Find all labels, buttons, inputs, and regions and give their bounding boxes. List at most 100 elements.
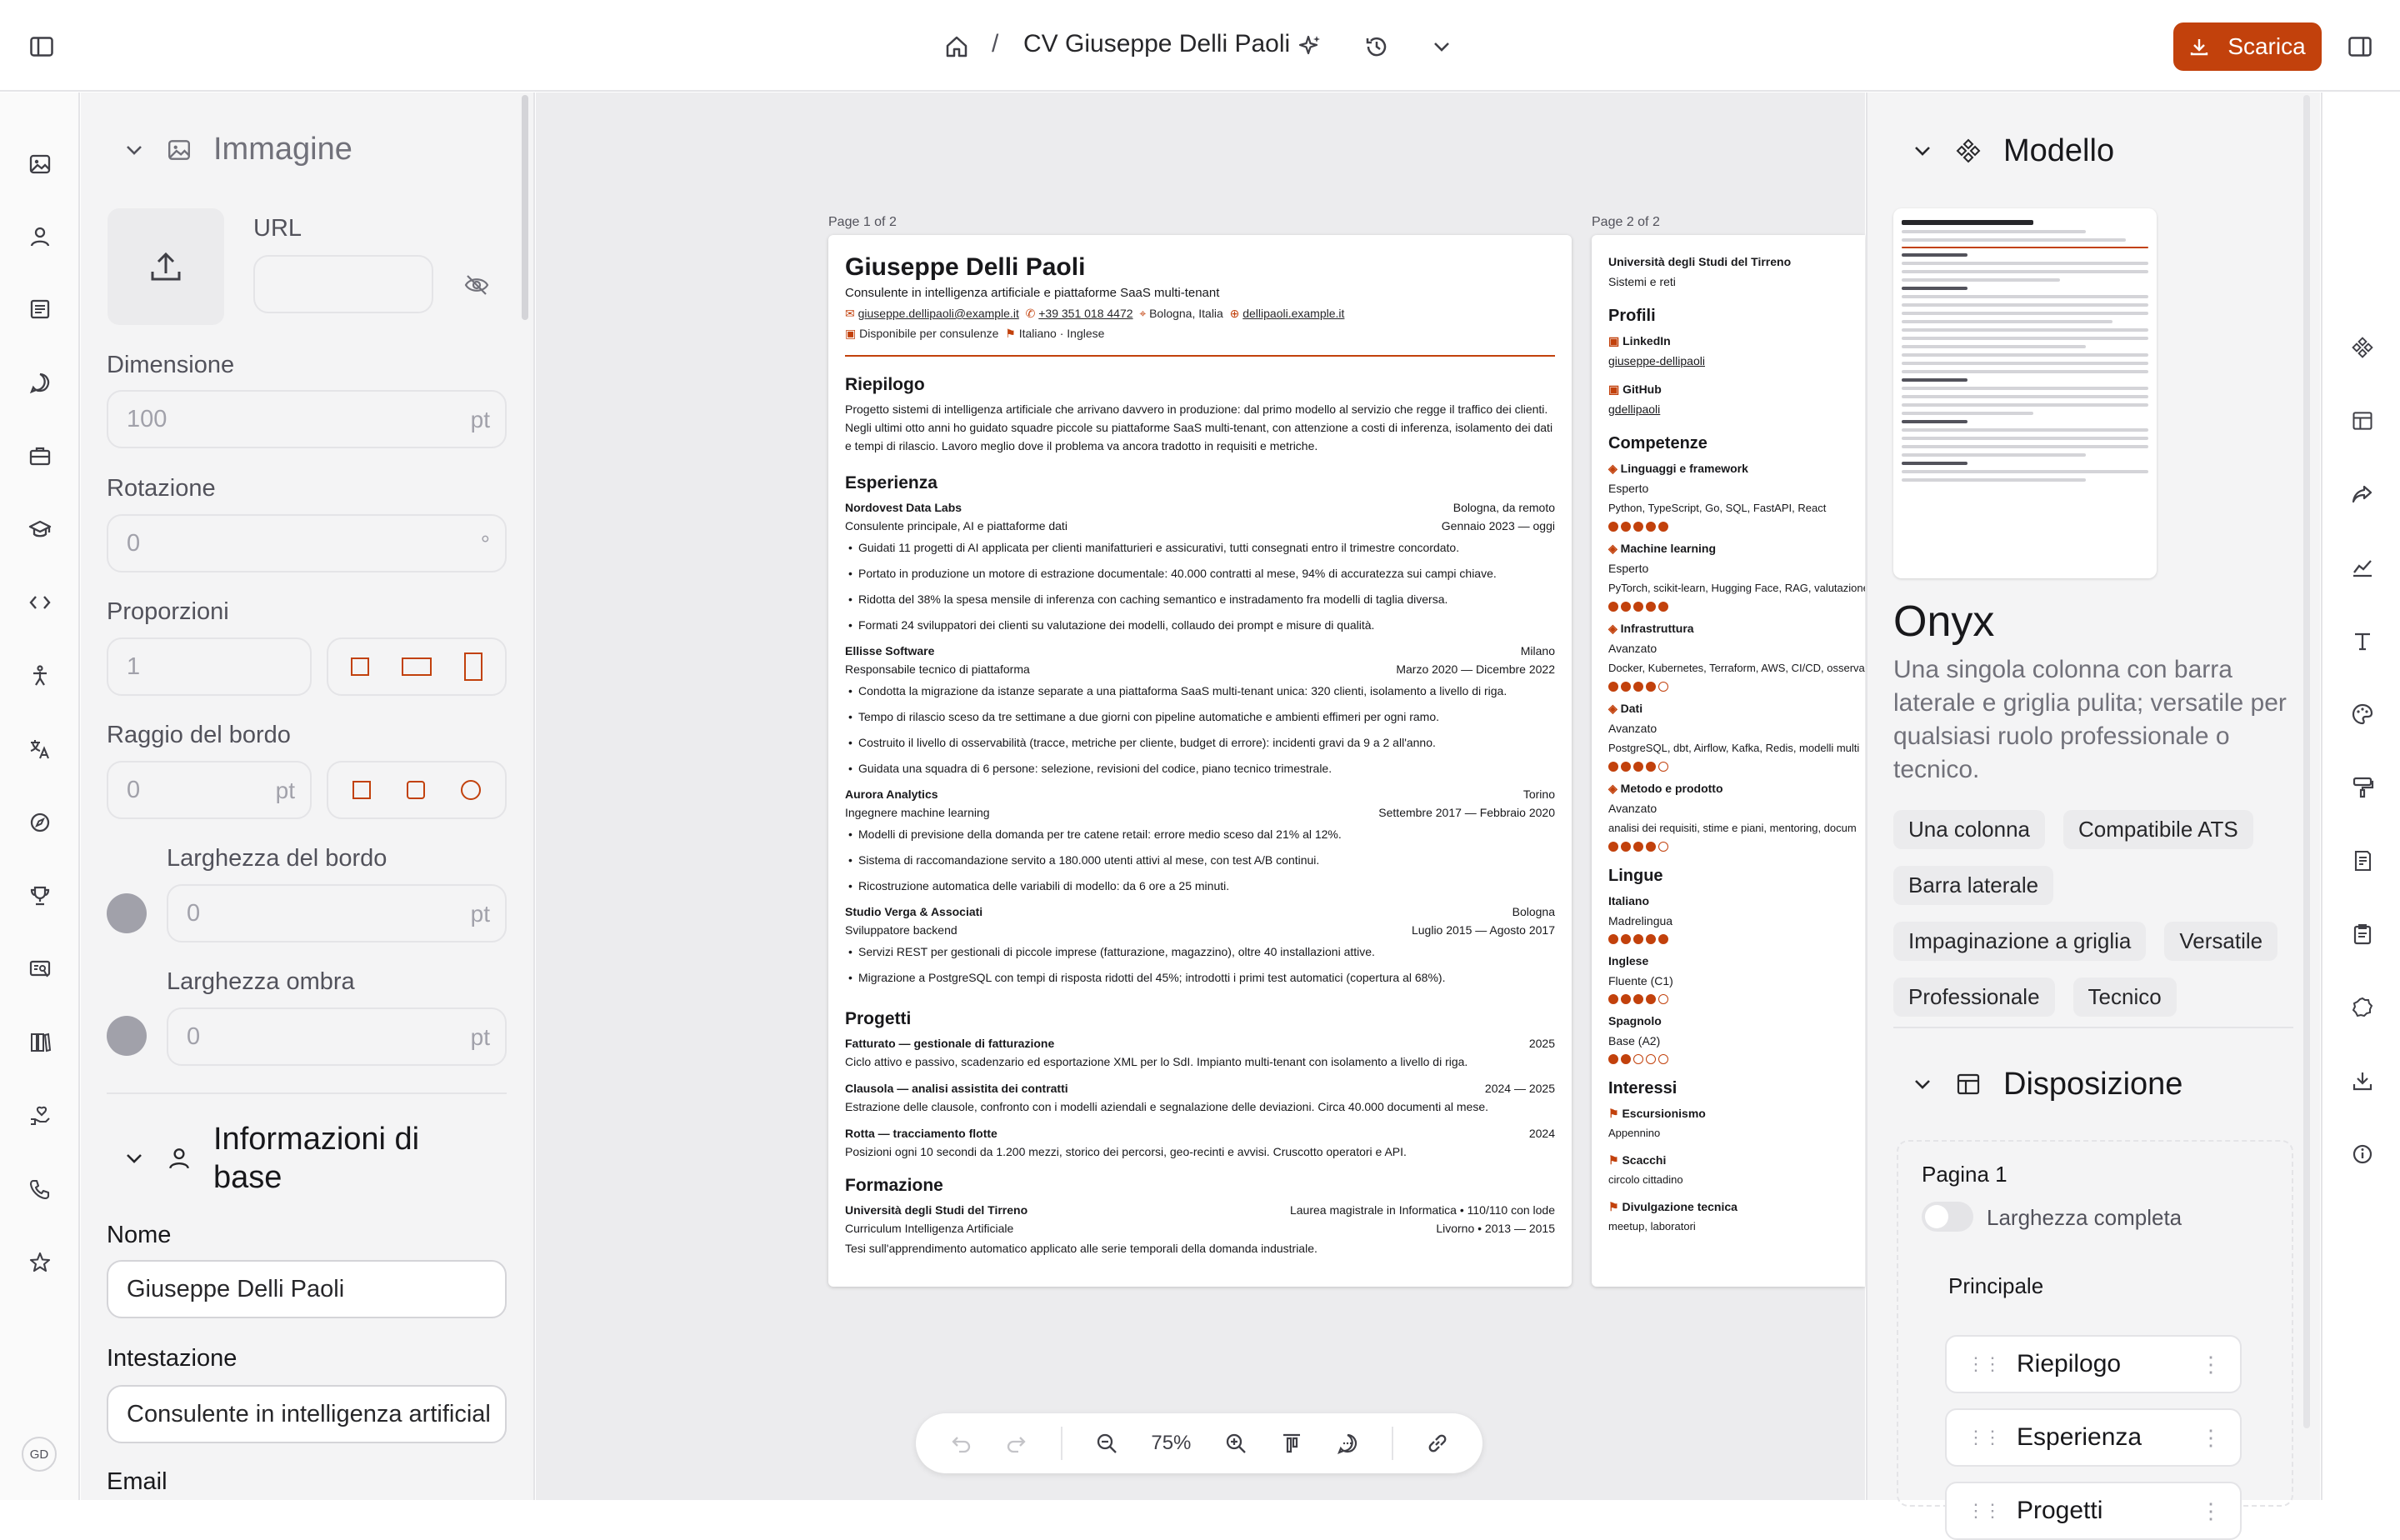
books-icon[interactable]	[23, 1026, 57, 1059]
headline-input[interactable]: Consulente in intelligenza artificial	[107, 1385, 507, 1443]
graduation-cap-icon[interactable]	[23, 512, 57, 546]
name-input[interactable]: Giuseppe Delli Paoli	[107, 1260, 507, 1318]
skills-figure-icon[interactable]	[23, 659, 57, 692]
profiles-chat-icon[interactable]	[23, 366, 57, 399]
download-button[interactable]: Scarica	[2173, 22, 2322, 71]
layout-section-header[interactable]: Disposizione	[1912, 1065, 2182, 1103]
more-options-icon[interactable]: ⋮	[2200, 1425, 2222, 1451]
layout-icon[interactable]	[2346, 404, 2379, 438]
toggle-left-sidebar-icon[interactable]	[25, 30, 58, 63]
url-label: URL	[253, 215, 302, 242]
resume-page-2[interactable]: Università degli Studi del Tirreno Siste…	[1592, 235, 1865, 1287]
trophy-icon[interactable]	[23, 879, 57, 912]
summary-icon[interactable]	[23, 292, 57, 326]
redo-icon[interactable]	[1005, 1432, 1028, 1455]
briefcase-icon[interactable]	[23, 439, 57, 472]
shadow-color-swatch[interactable]	[107, 1016, 147, 1056]
template-section-header[interactable]: Modello	[1912, 132, 2114, 170]
notes-icon[interactable]	[2346, 844, 2379, 878]
zoom-out-icon[interactable]	[1095, 1432, 1118, 1455]
aspect-ratio-input[interactable]: 1	[107, 638, 312, 696]
drag-handle-icon[interactable]: ⋮⋮	[1967, 1353, 2002, 1375]
zoom-level[interactable]: 75%	[1151, 1432, 1191, 1455]
template-tag: Versatile	[2164, 922, 2278, 961]
rounded-corner-button[interactable]	[406, 780, 426, 800]
rating-dot	[1621, 994, 1631, 1004]
eye-off-icon[interactable]	[460, 268, 493, 302]
cv-email[interactable]: giuseppe.dellipaoli@example.it	[858, 307, 1019, 320]
code-icon[interactable]	[23, 586, 57, 619]
summary-text: Progetto sistemi di intelligenza artific…	[845, 402, 1553, 452]
circle-corner-button[interactable]	[460, 779, 482, 801]
layout-section-item[interactable]: ⋮⋮ Progetti ⋮	[1945, 1482, 2242, 1540]
template-diamond-icon[interactable]	[2346, 331, 2379, 364]
landscape-ratio-button[interactable]	[401, 656, 432, 678]
canvas-toolbar: 75%	[916, 1413, 1482, 1473]
portrait-ratio-button[interactable]	[463, 652, 483, 682]
resume-title[interactable]: CV Giuseppe Delli Paoli	[1023, 30, 1290, 58]
typography-icon[interactable]	[2346, 624, 2379, 658]
zoom-in-icon[interactable]	[1224, 1432, 1248, 1455]
square-ratio-button[interactable]	[350, 657, 370, 677]
palette-icon[interactable]	[2346, 698, 2379, 731]
clipboard-icon[interactable]	[2346, 918, 2379, 951]
info-icon[interactable]	[2346, 1138, 2379, 1171]
border-color-swatch[interactable]	[107, 893, 147, 933]
url-input[interactable]	[253, 255, 433, 313]
layout-section-item[interactable]: ⋮⋮ Esperienza ⋮	[1945, 1408, 2242, 1467]
comment-icon[interactable]	[1336, 1432, 1359, 1455]
cv-phone[interactable]: +39 351 018 4472	[1038, 307, 1132, 320]
toggle-right-sidebar-icon[interactable]	[2343, 30, 2377, 63]
export-download-icon[interactable]	[2346, 1064, 2379, 1098]
experience-location: Bologna	[1512, 905, 1555, 918]
rotation-input[interactable]: 0 °	[107, 514, 507, 572]
skills-list: ◈ Linguaggi e framework Esperto Python, Ty…	[1608, 458, 1865, 852]
language-icon[interactable]	[23, 732, 57, 766]
experience-header-row: Nordovest Data Labs Bologna, da remoto	[845, 498, 1555, 517]
share-arrow-icon[interactable]	[2346, 478, 2379, 511]
size-input[interactable]: 100 pt	[107, 390, 507, 448]
border-width-input[interactable]: 0 pt	[167, 884, 507, 942]
upload-image-button[interactable]	[108, 208, 224, 325]
left-panel-scrollbar[interactable]	[522, 95, 528, 320]
profile-handle[interactable]: giuseppe-dellipaoli	[1608, 351, 1865, 371]
cv-website[interactable]: dellipaoli.example.it	[1242, 307, 1344, 320]
cv-availability-line: ▣ Disponibile per consulenze ⚑ Italiano …	[845, 327, 1105, 340]
phone-icon[interactable]	[23, 1172, 57, 1206]
undo-icon[interactable]	[949, 1432, 972, 1455]
statistics-chart-icon[interactable]	[2346, 551, 2379, 584]
compass-icon[interactable]	[23, 806, 57, 839]
paint-roller-icon[interactable]	[2346, 771, 2379, 804]
profiles-heading: Profili	[1608, 307, 1656, 325]
border-radius-input[interactable]: 0 pt	[107, 761, 312, 819]
right-panel-scrollbar[interactable]	[2303, 95, 2310, 1428]
more-options-icon[interactable]: ⋮	[2200, 1498, 2222, 1524]
image-icon[interactable]	[23, 148, 57, 181]
fit-page-icon[interactable]	[1280, 1432, 1303, 1455]
home-icon[interactable]	[940, 30, 973, 63]
star-icon[interactable]	[23, 1246, 57, 1279]
link-icon[interactable]	[1426, 1432, 1449, 1455]
shadow-width-input[interactable]: 0 pt	[167, 1008, 507, 1066]
template-preview-thumbnail[interactable]	[1893, 208, 2157, 578]
drag-handle-icon[interactable]: ⋮⋮	[1967, 1427, 2002, 1448]
basics-section-header[interactable]: Informazioni di base	[123, 1120, 507, 1197]
resume-page-1[interactable]: Giuseppe Delli Paoli Consulente in intel…	[828, 235, 1572, 1287]
full-width-toggle[interactable]	[1922, 1202, 1973, 1232]
drag-handle-icon[interactable]: ⋮⋮	[1967, 1500, 2002, 1522]
layout-section-item[interactable]: ⋮⋮ Riepilogo ⋮	[1945, 1335, 2242, 1393]
image-section-header[interactable]: Immagine	[123, 132, 352, 168]
badge-icon[interactable]	[2346, 991, 2379, 1024]
square-corner-button[interactable]	[352, 780, 372, 800]
history-icon[interactable]	[1360, 30, 1393, 63]
diamond-grid-icon	[1956, 138, 1981, 163]
more-options-icon[interactable]: ⋮	[2200, 1352, 2222, 1378]
chevron-down-icon[interactable]	[1425, 30, 1458, 63]
user-icon[interactable]	[23, 220, 57, 253]
education-heading: Formazione	[845, 1176, 943, 1195]
ai-sparkle-icon[interactable]	[1293, 30, 1327, 63]
volunteer-hand-icon[interactable]	[23, 1099, 57, 1132]
certificate-icon[interactable]	[23, 952, 57, 986]
user-avatar[interactable]: GD	[22, 1437, 57, 1472]
profile-handle[interactable]: gdellipaoli	[1608, 399, 1865, 419]
